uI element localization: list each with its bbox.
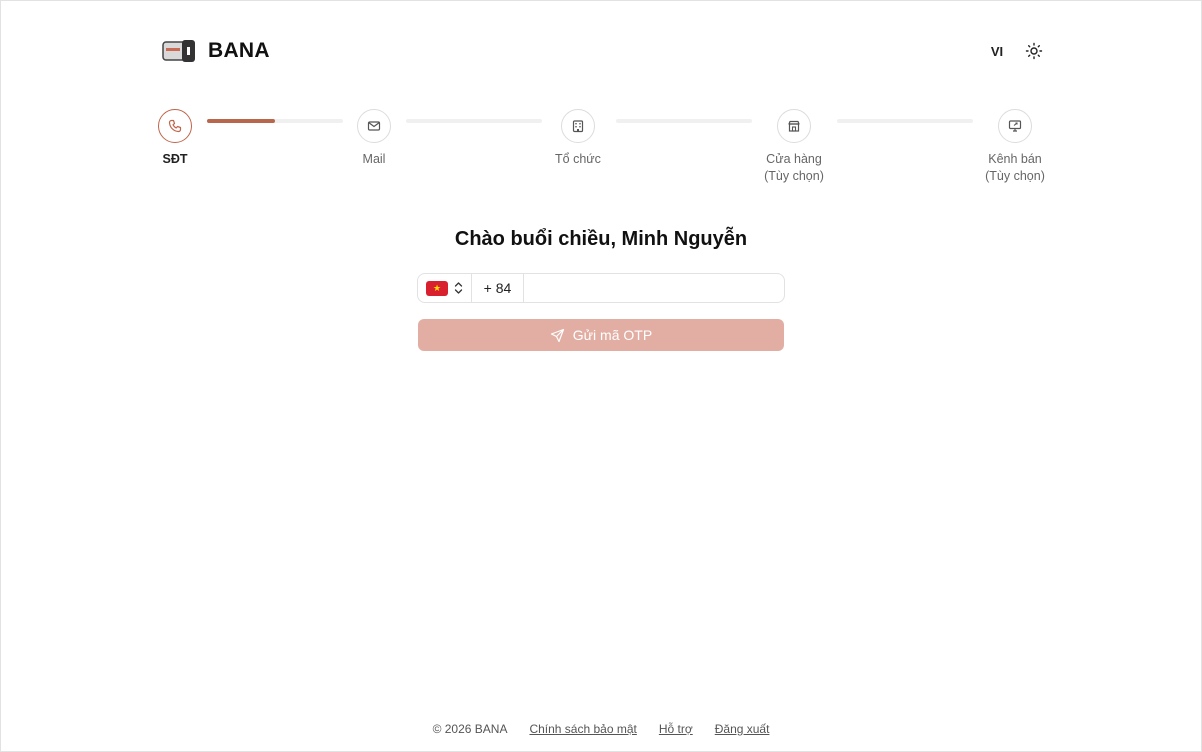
building-icon — [572, 120, 584, 133]
support-link[interactable]: Hỗ trợ — [659, 722, 693, 736]
step-progress-bar-1 — [207, 119, 343, 123]
step-sales-channel[interactable]: Kênh bán (Tùy chọn) — [965, 109, 1065, 185]
monitor-share-icon — [1008, 120, 1022, 132]
copyright: © 2026 BANA — [432, 722, 508, 736]
dial-code: + 84 — [472, 274, 524, 302]
sun-icon[interactable] — [1025, 42, 1043, 60]
step-optional-label: (Tùy chọn) — [764, 169, 824, 183]
step-progress-bar-2 — [406, 119, 542, 123]
send-icon — [550, 328, 564, 342]
brand[interactable]: BANA — [162, 38, 270, 64]
step-store[interactable]: Cửa hàng (Tùy chọn) — [744, 109, 844, 185]
step-organization[interactable]: Tổ chức — [528, 109, 628, 168]
step-label: Mail — [362, 152, 386, 166]
step-mail[interactable]: Mail — [324, 109, 424, 168]
step-circle — [777, 109, 811, 143]
phone-icon — [168, 119, 182, 133]
phone-number-input[interactable] — [524, 274, 784, 302]
step-label: SĐT — [162, 152, 188, 166]
country-select[interactable]: ★ — [418, 274, 472, 302]
step-label: Cửa hàng — [766, 152, 822, 166]
step-circle — [158, 109, 192, 143]
phone-input-group: ★ + 84 — [417, 273, 785, 303]
logout-link[interactable]: Đăng xuất — [715, 722, 770, 736]
step-circle — [357, 109, 391, 143]
step-progress-bar-3 — [616, 119, 752, 123]
step-label: Tổ chức — [555, 152, 601, 166]
send-otp-button[interactable]: Gửi mã OTP — [418, 319, 784, 351]
chevron-up-down-icon — [454, 282, 463, 294]
step-phone[interactable]: SĐT — [125, 109, 225, 168]
step-circle — [561, 109, 595, 143]
step-label: Kênh bán — [988, 152, 1042, 166]
brand-name: BANA — [208, 39, 270, 62]
language-switcher[interactable]: VI — [986, 43, 1008, 61]
step-optional-label: (Tùy chọn) — [985, 169, 1045, 183]
card-wallet-icon — [162, 40, 195, 62]
greeting-title: Chào buổi chiều, Minh Nguyễn — [454, 228, 748, 250]
send-otp-label: Gửi mã OTP — [572, 327, 653, 343]
privacy-policy-link[interactable]: Chính sách bảo mật — [529, 722, 636, 736]
vietnam-flag-icon: ★ — [426, 280, 448, 296]
step-progress-bar-4 — [837, 119, 973, 123]
mail-icon — [367, 121, 381, 131]
footer: © 2026 BANA Chính sách bảo mật Hỗ trợ Đă… — [0, 722, 1202, 736]
store-icon — [788, 120, 800, 132]
step-circle — [998, 109, 1032, 143]
